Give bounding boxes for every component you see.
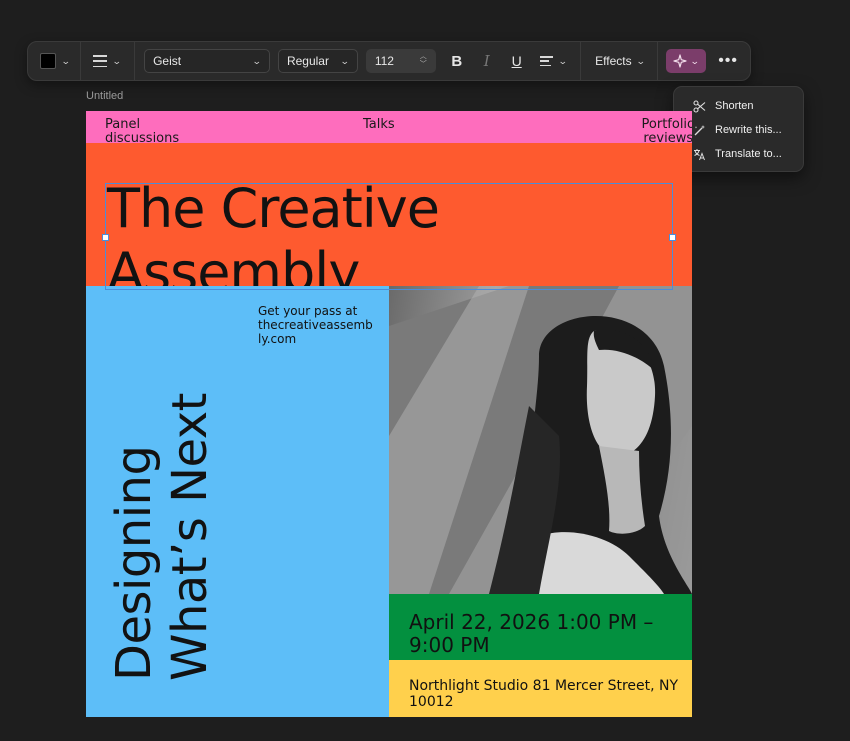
- text-layout-button[interactable]: ⌄: [81, 42, 135, 80]
- menu-item-label: Translate to...: [715, 148, 782, 160]
- chevron-down-icon: ⌄: [252, 55, 263, 66]
- font-weight-value: Regular: [286, 54, 329, 68]
- magic-wand-icon: [694, 124, 705, 135]
- nav-panel-label: Panel discussions: [105, 117, 180, 146]
- toolbar-divider: [134, 41, 136, 81]
- effects-button[interactable]: Effects ⌄: [581, 42, 657, 80]
- chevron-down-icon[interactable]: ﹀: [420, 61, 427, 69]
- nav-portfolio-label: Portfolio reviews: [641, 117, 692, 146]
- menu-item-rewrite[interactable]: Rewrite this...: [674, 118, 803, 142]
- more-options-button[interactable]: •••: [714, 42, 750, 80]
- underline-button[interactable]: U: [502, 47, 532, 75]
- text-layout-icon: [92, 55, 107, 67]
- menu-item-translate[interactable]: Translate to...: [674, 142, 803, 166]
- chevron-down-icon: ⌄: [340, 55, 350, 66]
- menu-item-shorten[interactable]: Shorten: [674, 94, 803, 118]
- nav-talks[interactable]: Talks: [363, 118, 395, 132]
- text-formatting-toolbar: ⌄ ⌄ Geist ⌄ Regular ⌄ 112 ︿ ﹀ B I U ⌄ Eff…: [27, 41, 751, 81]
- event-venue[interactable]: Northlight Studio 81 Mercer Street, NY 1…: [409, 678, 678, 710]
- effects-label: Effects: [595, 54, 632, 68]
- text-align-button[interactable]: ⌄: [532, 42, 581, 80]
- date-band: April 22, 2026 1:00 PM – 9:00 PM: [389, 594, 692, 660]
- portrait-image: [389, 286, 692, 594]
- font-size-input[interactable]: 112 ︿ ﹀: [365, 49, 436, 73]
- chevron-down-icon: ⌄: [635, 55, 646, 66]
- fill-color-swatch: [40, 53, 56, 69]
- poster-canvas[interactable]: Panel discussions Talks Portfolio review…: [86, 111, 692, 717]
- font-size-value: 112: [374, 54, 394, 68]
- font-family-value: Geist: [153, 54, 182, 68]
- font-weight-select[interactable]: Regular ⌄: [277, 49, 358, 73]
- ai-actions-menu: Shorten Rewrite this... Translate to...: [673, 86, 804, 172]
- chevron-down-icon: ⌄: [557, 55, 568, 66]
- event-date[interactable]: April 22, 2026 1:00 PM – 9:00 PM: [409, 611, 653, 657]
- italic-button[interactable]: I: [472, 47, 502, 75]
- portrait-photo[interactable]: [389, 286, 692, 594]
- ai-assist-wrapper: ⌄: [658, 42, 714, 80]
- chevron-down-icon: ⌄: [690, 55, 701, 66]
- pass-info-text[interactable]: Get your pass at thecreativeassemb ly.co…: [258, 304, 384, 346]
- chevron-down-icon: ⌄: [111, 55, 122, 66]
- nav-talks-label: Talks: [363, 117, 395, 132]
- font-family-select[interactable]: Geist ⌄: [144, 49, 270, 73]
- ai-assist-button[interactable]: ⌄: [666, 49, 707, 73]
- scissors-icon: [693, 99, 706, 113]
- vertical-tagline[interactable]: Designing What’s Next: [106, 393, 218, 681]
- document-title: Untitled: [86, 90, 124, 102]
- menu-item-label: Rewrite this...: [715, 124, 782, 136]
- fill-color-picker[interactable]: ⌄: [28, 42, 80, 80]
- font-size-stepper[interactable]: ︿ ﹀: [420, 53, 427, 69]
- bold-button[interactable]: B: [442, 47, 472, 75]
- translate-icon: [694, 148, 705, 160]
- chevron-up-icon[interactable]: ︿: [420, 53, 427, 61]
- chevron-down-icon: ⌄: [60, 55, 71, 66]
- venue-band: Northlight Studio 81 Mercer Street, NY 1…: [389, 660, 692, 717]
- sparkle-icon: [673, 54, 688, 68]
- nav-panel-discussions[interactable]: Panel discussions: [105, 118, 179, 146]
- align-left-icon: [539, 56, 553, 66]
- nav-portfolio-reviews[interactable]: Portfolio reviews: [642, 118, 692, 146]
- menu-item-label: Shorten: [715, 100, 754, 112]
